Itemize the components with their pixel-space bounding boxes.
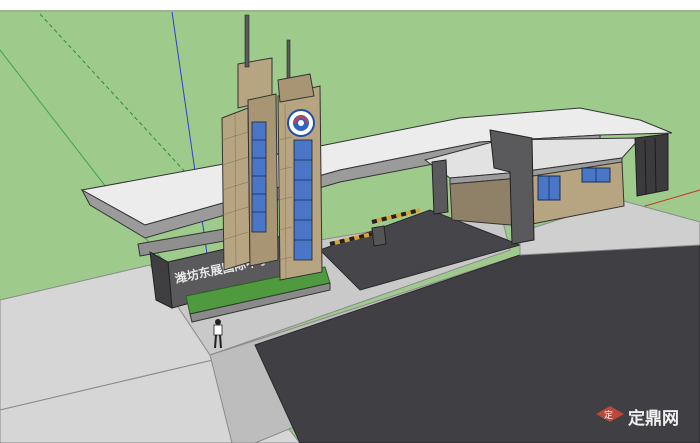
left-tower-antenna-2 [286,39,291,79]
left-tower-window-strip [251,121,267,233]
school-logo-emblem [287,109,315,137]
guardhouse-left-pillar [431,159,449,215]
school-gate-model: 潍坊东展国际中学 定 定鼎网 [0,0,700,443]
barrier-post [371,225,387,247]
left-tower-antenna-1 [244,14,250,68]
watermark-logo-glyph: 定 [604,409,613,421]
sketchup-viewport[interactable]: 潍坊东展国际中学 定 定鼎网 [0,0,700,443]
right-end-pillar [634,133,669,197]
watermark-text: 定鼎网 [628,408,679,429]
